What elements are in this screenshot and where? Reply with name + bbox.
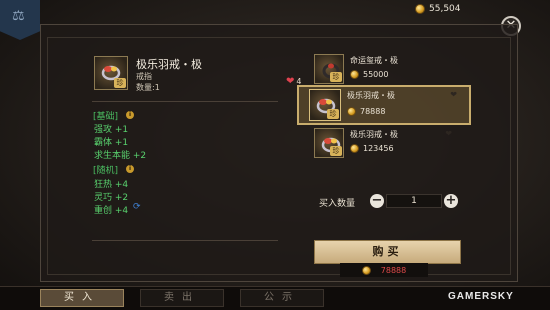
divider — [92, 240, 278, 241]
watermark: GAMERSKY — [448, 291, 514, 302]
shop-list-item[interactable]: 珍 命运玺戒・极 55000 — [300, 52, 464, 88]
gold-coin-icon — [350, 70, 359, 79]
shop-list-item-selected[interactable]: 珍 极乐羽戒・极 78888 ❤ — [297, 85, 471, 125]
info-icon[interactable]: i — [126, 165, 134, 173]
base-stat: 霸体 +1 — [94, 138, 129, 148]
selected-item-type: 戒指 — [136, 72, 152, 81]
increase-quantity-button[interactable]: + — [444, 194, 458, 208]
quantity-input[interactable]: 1 — [386, 194, 442, 208]
gold-coin-icon — [361, 265, 371, 275]
rarity-badge: 珍 — [327, 109, 339, 119]
gold-coin-icon — [415, 4, 425, 14]
plus-icon: + — [445, 193, 457, 208]
quantity-label: 买入数量 — [319, 199, 356, 209]
currency-display: 55,504 — [415, 4, 461, 14]
shop-list-item[interactable]: 珍 极乐羽戒・极 123456 ❤ — [300, 126, 464, 162]
rarity-badge: 珍 — [330, 72, 342, 82]
buy-button[interactable]: 购买 — [314, 240, 461, 264]
selected-item-quantity: 数量:1 — [136, 83, 160, 92]
gold-coin-icon — [350, 144, 359, 153]
price-value: 78888 — [360, 107, 386, 116]
tab-sell[interactable]: 卖出 — [140, 289, 224, 307]
list-item-price: 78888 — [347, 107, 385, 116]
divider — [92, 101, 278, 102]
random-stat: 重创 +4 — [94, 206, 129, 216]
price-value: 55000 — [363, 70, 389, 79]
list-item-price: 55000 — [350, 70, 388, 79]
selected-item-info: 极乐羽戒・极 戒指 数量:1 ❤ 4 — [52, 46, 301, 242]
decrease-quantity-button[interactable]: − — [370, 194, 384, 208]
list-item-price: 123456 — [350, 144, 394, 153]
random-attributes-title: [随机] — [93, 166, 119, 176]
quantity-value: 1 — [411, 196, 417, 206]
base-stat: 求生本能 +2 — [94, 151, 147, 161]
item-icon: 珍 — [309, 89, 341, 121]
total-price: 78888 — [340, 263, 428, 277]
tab-buy[interactable]: 买入 — [40, 289, 124, 307]
item-icon: 珍 — [314, 54, 344, 84]
info-icon[interactable]: i — [126, 111, 134, 119]
reroll-icon[interactable]: ⟳ — [133, 202, 141, 212]
total-price-value: 78888 — [380, 265, 407, 275]
list-item-name: 极乐羽戒・极 — [347, 91, 395, 100]
selected-item-name: 极乐羽戒・极 — [136, 58, 202, 71]
heart-icon: ❤ — [445, 129, 452, 138]
currency-amount: 55,504 — [429, 4, 461, 14]
heart-icon: ❤ — [450, 90, 457, 99]
random-stat: 狂热 +4 — [94, 180, 129, 190]
list-item-name: 命运玺戒・极 — [350, 56, 398, 65]
scales-icon: ⚖ — [12, 8, 25, 24]
base-attributes-title: [基础] — [93, 112, 119, 122]
gold-coin-icon — [347, 107, 356, 116]
rarity-badge: 珍 — [330, 146, 342, 156]
base-stat: 强攻 +1 — [94, 125, 129, 135]
price-value: 123456 — [363, 144, 394, 153]
random-stat: 灵巧 +2 — [94, 193, 129, 203]
minus-icon: − — [371, 193, 383, 208]
tab-notice[interactable]: 公示 — [240, 289, 324, 307]
heart-icon: ❤ — [286, 76, 295, 87]
list-item-name: 极乐羽戒・极 — [350, 130, 398, 139]
item-icon: 珍 — [314, 128, 344, 158]
